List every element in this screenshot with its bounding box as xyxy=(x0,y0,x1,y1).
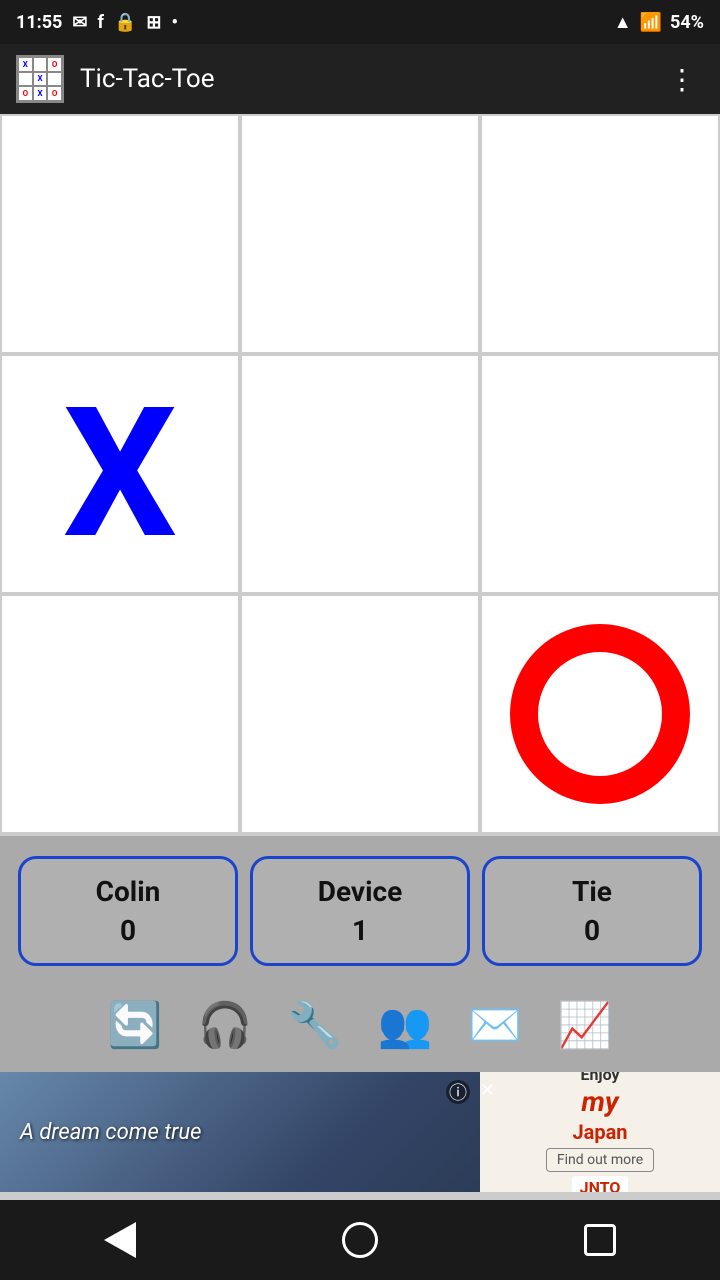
ad-right: Enjoy my Japan Find out more JNTO xyxy=(480,1072,720,1192)
game-board: X xyxy=(0,114,720,836)
ad-text-area: A dream come true xyxy=(0,1110,480,1155)
cell-1-2[interactable] xyxy=(480,354,720,594)
icon-cell-x3: X xyxy=(33,86,48,101)
nav-bar xyxy=(0,1200,720,1280)
score-box-tie: Tie 0 xyxy=(482,856,702,966)
score-box-device: Device 1 xyxy=(250,856,470,966)
status-time: 11:55 xyxy=(16,12,62,33)
recents-icon xyxy=(584,1224,616,1256)
users-icon: 👥 xyxy=(378,999,433,1051)
icon-cell-o2: O xyxy=(18,86,33,101)
score-value-tie: 0 xyxy=(584,914,600,947)
icon-cell-x2: X xyxy=(33,72,48,87)
ad-japan-label: Japan xyxy=(572,1120,627,1144)
icon-cell-o3: O xyxy=(47,86,62,101)
app-bar: X O X O X O Tic-Tac-Toe ⋮ xyxy=(0,44,720,114)
ad-brand-name: my xyxy=(581,1088,618,1116)
app-icon: X O X O X O xyxy=(16,55,64,103)
chart-icon: 📈 xyxy=(558,999,613,1051)
refresh-icon: 🔄 xyxy=(108,999,163,1051)
cell-0-0[interactable] xyxy=(0,114,240,354)
score-box-colin: Colin 0 xyxy=(18,856,238,966)
ad-sponsor: JNTO xyxy=(572,1176,629,1192)
icon-cell-empty2 xyxy=(18,72,33,87)
lock-icon: 🔒 xyxy=(114,12,136,33)
score-value-colin: 0 xyxy=(120,914,136,947)
chart-button[interactable]: 📈 xyxy=(550,990,620,1060)
home-button[interactable] xyxy=(325,1205,395,1275)
icon-cell-empty1 xyxy=(33,57,48,72)
wifi-icon: ▲ xyxy=(614,12,632,33)
status-right: ▲ 📶 54% xyxy=(614,12,704,33)
score-name-colin: Colin xyxy=(96,875,161,908)
battery-text: 54% xyxy=(670,12,704,33)
status-left: 11:55 ✉ f 🔒 ⊞ • xyxy=(16,12,178,33)
score-value-device: 1 xyxy=(352,914,368,947)
ad-banner[interactable]: A dream come true Enjoy my Japan Find ou… xyxy=(0,1072,720,1192)
cell-2-1[interactable] xyxy=(240,594,480,834)
cell-2-2[interactable] xyxy=(480,594,720,834)
ad-close-icon[interactable]: ✕ xyxy=(480,1080,495,1101)
score-name-device: Device xyxy=(318,875,402,908)
email-button[interactable]: ✉️ xyxy=(460,990,530,1060)
back-button[interactable] xyxy=(85,1205,155,1275)
cell-1-1[interactable] xyxy=(240,354,480,594)
email-icon: ✉️ xyxy=(468,999,523,1051)
icon-cell-empty3 xyxy=(47,72,62,87)
icon-cell-x1: X xyxy=(18,57,33,72)
cell-0-1[interactable] xyxy=(240,114,480,354)
app-title: Tic-Tac-Toe xyxy=(80,64,644,94)
icon-cell-o1: O xyxy=(47,57,62,72)
recents-button[interactable] xyxy=(565,1205,635,1275)
menu-icon[interactable]: ⋮ xyxy=(660,55,704,104)
back-icon xyxy=(104,1222,136,1258)
score-panel: Colin 0 Device 1 Tie 0 xyxy=(0,836,720,978)
toolbar: 🔄 🎧 🔧 👥 ✉️ 📈 xyxy=(0,978,720,1072)
wrench-icon: 🔧 xyxy=(288,999,343,1051)
ad-enjoy-label: Enjoy xyxy=(580,1072,619,1084)
ad-dream-text: A dream come true xyxy=(20,1120,201,1145)
o-mark xyxy=(510,624,690,804)
facebook-icon: f xyxy=(97,12,103,33)
headset-icon: 🎧 xyxy=(198,999,253,1051)
gmail-icon: ✉ xyxy=(72,12,87,33)
cell-0-2[interactable] xyxy=(480,114,720,354)
score-name-tie: Tie xyxy=(572,875,612,908)
headset-button[interactable]: 🎧 xyxy=(190,990,260,1060)
cell-1-0[interactable]: X xyxy=(0,354,240,594)
cast-icon: ⊞ xyxy=(146,12,161,33)
x-mark: X xyxy=(63,384,177,564)
ad-info-icon[interactable]: ⓘ xyxy=(446,1080,470,1104)
settings-button[interactable]: 🔧 xyxy=(280,990,350,1060)
refresh-button[interactable]: 🔄 xyxy=(100,990,170,1060)
ad-find-more[interactable]: Find out more xyxy=(546,1148,654,1172)
dot-icon: • xyxy=(171,12,177,33)
cell-2-0[interactable] xyxy=(0,594,240,834)
signal-icon: 📶 xyxy=(640,12,662,33)
home-icon xyxy=(342,1222,378,1258)
status-bar: 11:55 ✉ f 🔒 ⊞ • ▲ 📶 54% xyxy=(0,0,720,44)
users-button[interactable]: 👥 xyxy=(370,990,440,1060)
